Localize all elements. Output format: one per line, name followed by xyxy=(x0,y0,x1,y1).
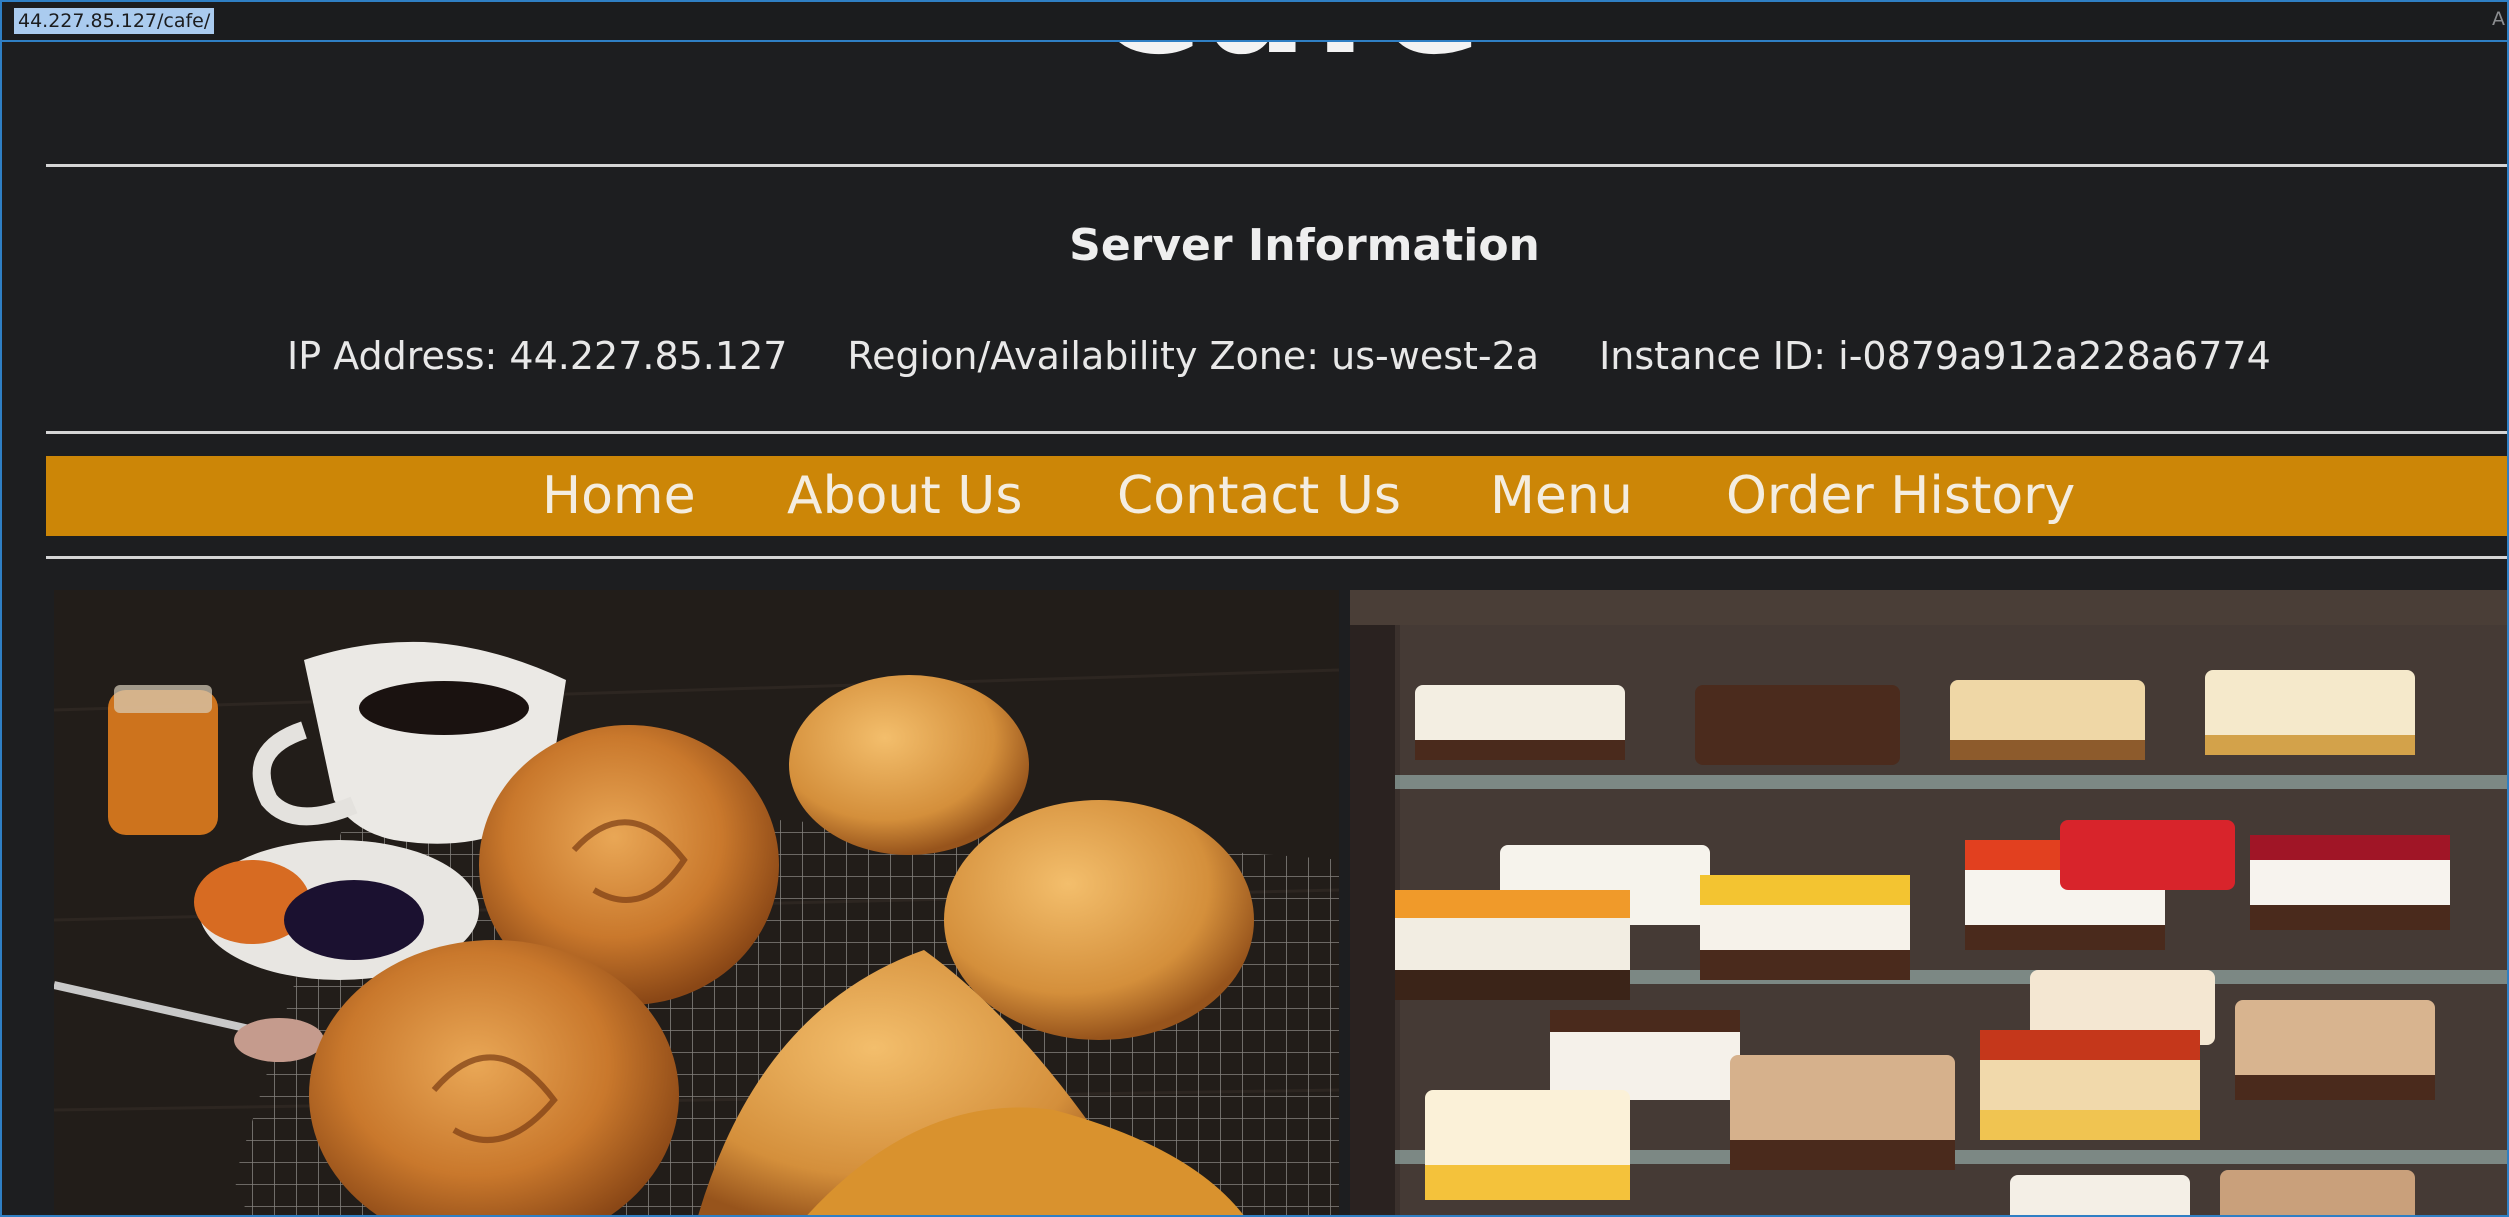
cake-display-image xyxy=(1350,590,2507,1215)
region-zone: Region/Availability Zone: us-west-2a xyxy=(847,334,1540,378)
server-info-title: Server Information xyxy=(1069,220,1540,271)
corner-glyph: A xyxy=(2492,8,2505,30)
nav-contact-us[interactable]: Contact Us xyxy=(1117,464,1401,528)
instance-id: Instance ID: i-0879a912a228a6774 xyxy=(1599,334,2271,378)
nav-menu[interactable]: Menu xyxy=(1490,464,1633,528)
server-info-row: IP Address: 44.227.85.127 Region/Availabi… xyxy=(287,334,2271,378)
browser-window: 44.227.85.127/cafe/ A Cafe Server Inform… xyxy=(0,0,2509,1217)
pastries-image xyxy=(54,590,1339,1215)
cake-display-illustration xyxy=(1350,590,2507,1215)
divider-bottom xyxy=(46,556,2507,559)
url-text[interactable]: 44.227.85.127/cafe/ xyxy=(14,8,215,34)
site-logo-text: Cafe xyxy=(1092,42,1486,88)
address-bar[interactable]: 44.227.85.127/cafe/ A xyxy=(2,2,2507,42)
nav-order-history[interactable]: Order History xyxy=(1726,464,2075,528)
ip-address: IP Address: 44.227.85.127 xyxy=(287,334,788,378)
main-nav: Home About Us Contact Us Menu Order Hist… xyxy=(46,456,2507,536)
divider-top xyxy=(46,164,2507,167)
nav-home[interactable]: Home xyxy=(542,464,696,528)
cafe-page: Cafe Server Information IP Address: 44.2… xyxy=(2,42,2507,1215)
pastries-illustration xyxy=(54,590,1339,1215)
divider-middle xyxy=(46,431,2507,434)
nav-about-us[interactable]: About Us xyxy=(787,464,1022,528)
